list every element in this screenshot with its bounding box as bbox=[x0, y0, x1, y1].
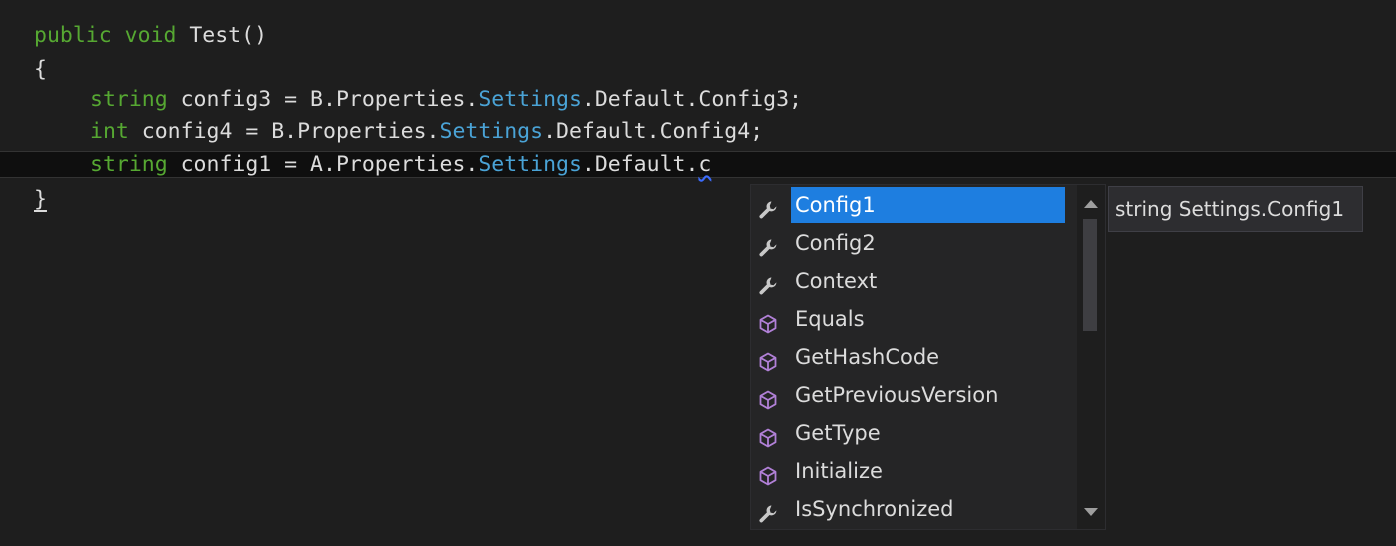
completion-item-gethashcode[interactable]: GetHashCode bbox=[751, 339, 1075, 377]
typed-text[interactable]: c bbox=[698, 152, 711, 177]
code-text: config1 = A.Properties. bbox=[167, 152, 479, 177]
code-line-2: { bbox=[0, 54, 1396, 86]
type-settings: Settings bbox=[478, 152, 582, 177]
completion-item-label: GetPreviousVersion bbox=[795, 383, 999, 407]
code-text: config4 = B.Properties. bbox=[128, 119, 440, 144]
completion-item-label: IsSynchronized bbox=[795, 497, 954, 521]
type-settings: Settings bbox=[439, 119, 544, 144]
close-brace: } bbox=[34, 187, 47, 212]
wrench-icon bbox=[757, 195, 779, 219]
completion-item-label: Config2 bbox=[795, 231, 876, 255]
code-editor[interactable]: public void Test() { string config3 = B.… bbox=[0, 0, 1396, 546]
code-text: .Default.Config4; bbox=[543, 119, 764, 144]
scroll-thumb[interactable] bbox=[1083, 219, 1097, 331]
code-line-1: public void Test() bbox=[0, 20, 1396, 52]
completion-list-popup[interactable]: Config1 Config2 Context Equals GetHashCode Ge… bbox=[750, 184, 1106, 530]
method-signature: Test() bbox=[176, 23, 268, 48]
type-settings: Settings bbox=[478, 87, 582, 112]
wrench-icon bbox=[757, 499, 779, 523]
method-cube-icon bbox=[757, 385, 779, 410]
wrench-icon bbox=[757, 271, 779, 295]
tooltip-text: string Settings.Config1 bbox=[1115, 197, 1345, 221]
completion-scrollbar[interactable] bbox=[1077, 185, 1105, 529]
code-line-5-current[interactable]: string config1 = A.Properties.Settings.D… bbox=[0, 151, 1396, 178]
completion-item-getpreviousversion[interactable]: GetPreviousVersion bbox=[751, 377, 1075, 415]
completion-item-label: Initialize bbox=[795, 459, 883, 483]
code-line-3: string config3 = B.Properties.Settings.D… bbox=[0, 84, 1396, 116]
method-cube-icon bbox=[757, 309, 779, 334]
completion-item-gettype[interactable]: GetType bbox=[751, 415, 1075, 453]
method-cube-icon bbox=[757, 423, 779, 448]
wrench-icon bbox=[757, 233, 779, 257]
keyword-string: string bbox=[90, 87, 168, 112]
code-text: .Default.Config3; bbox=[581, 87, 802, 112]
completion-list[interactable]: Config1 Config2 Context Equals GetHashCode Ge… bbox=[751, 185, 1075, 529]
code-text: config3 = B.Properties. bbox=[167, 87, 479, 112]
completion-item-initialize[interactable]: Initialize bbox=[751, 453, 1075, 491]
completion-item-label: Config1 bbox=[791, 187, 1065, 223]
keyword-int: int bbox=[90, 119, 129, 144]
method-cube-icon bbox=[757, 461, 779, 486]
scroll-up-arrow-icon[interactable] bbox=[1077, 191, 1105, 217]
completion-item-label: Context bbox=[795, 269, 878, 293]
code-text: .Default. bbox=[581, 152, 699, 177]
quick-info-tooltip: string Settings.Config1 bbox=[1108, 186, 1363, 232]
completion-item-equals[interactable]: Equals bbox=[751, 301, 1075, 339]
keyword-string: string bbox=[90, 152, 168, 177]
keyword-void: void bbox=[124, 23, 177, 48]
completion-item-label: Equals bbox=[795, 307, 865, 331]
keyword-public: public bbox=[34, 23, 112, 48]
completion-item-config1[interactable]: Config1 bbox=[751, 187, 1075, 225]
completion-item-config2[interactable]: Config2 bbox=[751, 225, 1075, 263]
completion-item-issynchronized[interactable]: IsSynchronized bbox=[751, 491, 1075, 529]
scroll-down-arrow-icon[interactable] bbox=[1077, 499, 1105, 525]
completion-item-context[interactable]: Context bbox=[751, 263, 1075, 301]
completion-item-label: GetHashCode bbox=[795, 345, 940, 369]
code-line-4: int config4 = B.Properties.Settings.Defa… bbox=[0, 116, 1396, 148]
method-cube-icon bbox=[757, 347, 779, 372]
completion-item-label: GetType bbox=[795, 421, 881, 445]
open-brace: { bbox=[34, 57, 47, 82]
